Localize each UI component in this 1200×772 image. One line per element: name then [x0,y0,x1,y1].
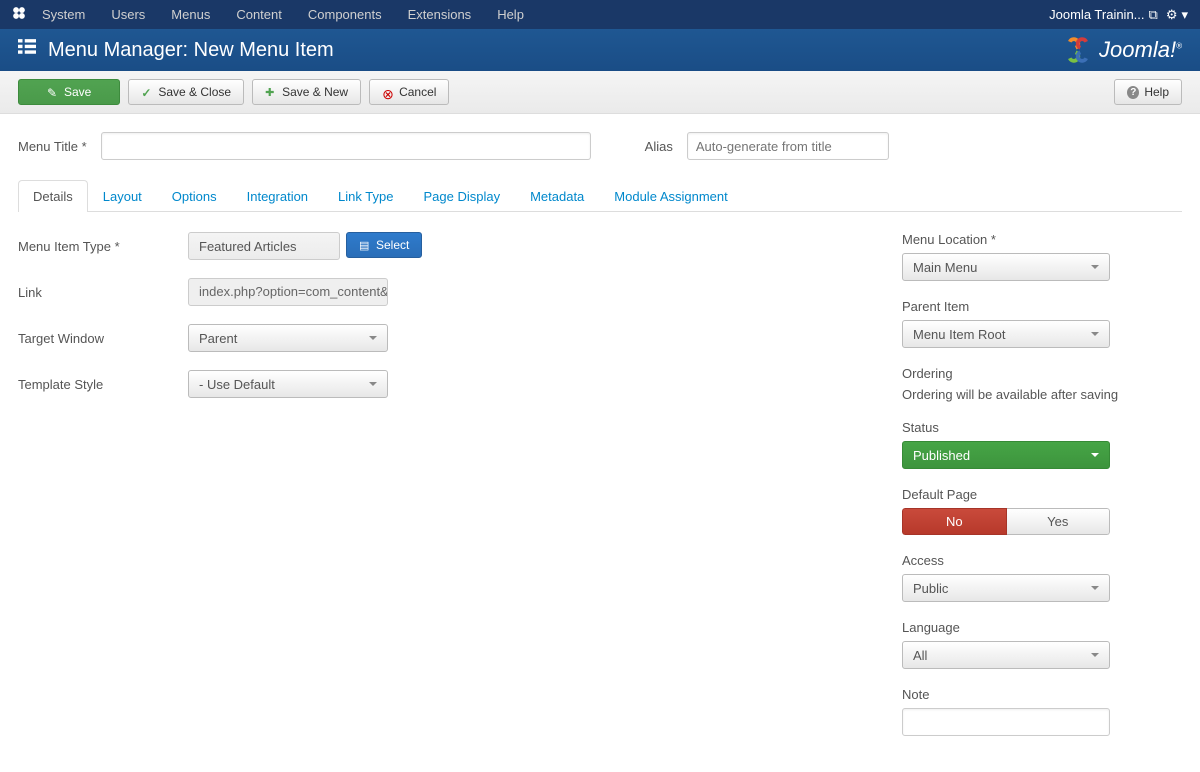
menu-title-input[interactable] [101,132,591,160]
default-page-no[interactable]: No [902,508,1007,535]
tabs: Details Layout Options Integration Link … [18,180,1182,212]
caret-down-icon [369,336,377,340]
access-select[interactable]: Public [902,574,1110,602]
help-icon [1127,86,1139,98]
caret-down-icon: ▾ [1181,7,1188,23]
save-new-button[interactable]: Save & New [252,79,361,105]
check-icon [141,86,153,98]
nav-system[interactable]: System [32,2,95,27]
joomla-icon [12,6,26,23]
apply-icon [47,86,59,98]
ordering-hint: Ordering will be available after saving [902,387,1118,402]
link-value: index.php?option=com_content&vie [188,278,388,306]
target-window-label: Target Window [18,331,188,346]
alias-input[interactable] [687,132,889,160]
caret-down-icon [1091,586,1099,590]
parent-item-select[interactable]: Menu Item Root [902,320,1110,348]
status-select[interactable]: Published [902,441,1110,469]
caret-down-icon [1091,653,1099,657]
tab-metadata[interactable]: Metadata [515,180,599,212]
nav-menus[interactable]: Menus [161,2,220,27]
cancel-button[interactable]: Cancel [369,79,449,105]
menu-item-type-label: Menu Item Type * [18,239,188,254]
page-title: Menu Manager: New Menu Item [48,39,334,62]
menu-location-label: Menu Location * [902,232,1182,247]
note-label: Note [902,687,1182,702]
nav-users[interactable]: Users [101,2,155,27]
site-link[interactable]: Joomla Trainin... ⧉ [1049,7,1158,23]
tab-link-type[interactable]: Link Type [323,180,408,212]
tab-integration[interactable]: Integration [232,180,323,212]
tab-layout[interactable]: Layout [88,180,157,212]
menu-item-type-value: Featured Articles [188,232,340,260]
nav-help[interactable]: Help [487,2,534,27]
settings-dropdown[interactable]: ⚙ ▾ [1166,7,1188,23]
save-button[interactable]: Save [18,79,120,105]
nav-components[interactable]: Components [298,2,392,27]
template-style-select[interactable]: - Use Default [188,370,388,398]
cancel-icon [382,86,394,98]
tab-details[interactable]: Details [18,180,88,212]
caret-down-icon [369,382,377,386]
list-icon [18,38,36,62]
page-header: Menu Manager: New Menu Item Joomla!® [0,29,1200,71]
help-button[interactable]: Help [1114,79,1182,105]
save-close-button[interactable]: Save & Close [128,79,244,105]
default-page-yes[interactable]: Yes [1007,508,1111,535]
menu-title-label: Menu Title * [18,139,87,154]
nav-content[interactable]: Content [226,2,292,27]
ordering-label: Ordering [902,366,1182,381]
top-navbar: System Users Menus Content Components Ex… [0,0,1200,29]
select-type-button[interactable]: Select [346,232,422,258]
alias-label: Alias [645,139,673,154]
default-page-radio: No Yes [902,508,1110,535]
toolbar: Save Save & Close Save & New Cancel Help [0,71,1200,114]
plus-icon [265,86,277,98]
status-label: Status [902,420,1182,435]
external-link-icon: ⧉ [1149,7,1158,23]
tab-options[interactable]: Options [157,180,232,212]
note-input[interactable] [902,708,1110,736]
language-label: Language [902,620,1182,635]
parent-item-label: Parent Item [902,299,1182,314]
caret-down-icon [1091,265,1099,269]
gear-icon: ⚙ [1166,7,1178,23]
menu-location-select[interactable]: Main Menu [902,253,1110,281]
caret-down-icon [1091,453,1099,457]
caret-down-icon [1091,332,1099,336]
default-page-label: Default Page [902,487,1182,502]
joomla-logo: Joomla!® [1063,35,1182,65]
access-label: Access [902,553,1182,568]
language-select[interactable]: All [902,641,1110,669]
tab-page-display[interactable]: Page Display [408,180,515,212]
target-window-select[interactable]: Parent [188,324,388,352]
link-label: Link [18,285,188,300]
tab-module-assignment[interactable]: Module Assignment [599,180,742,212]
template-style-label: Template Style [18,377,188,392]
nav-extensions[interactable]: Extensions [398,2,482,27]
list-icon [359,239,371,251]
